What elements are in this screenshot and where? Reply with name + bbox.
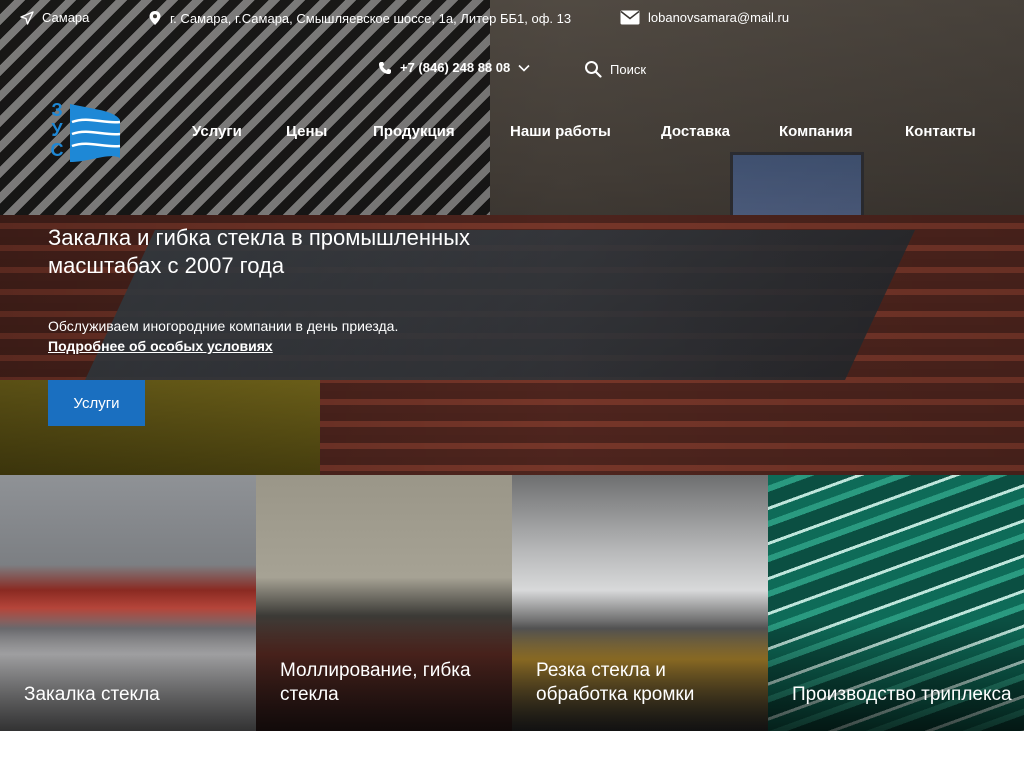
nav-item-company[interactable]: Компания	[779, 123, 853, 140]
logo-letter: З	[51, 100, 63, 120]
hero-headline: Закалка и гибка стекла в промышленных ма…	[48, 225, 471, 278]
logo-letter: С	[50, 140, 64, 160]
nav-item-delivery[interactable]: Доставка	[661, 123, 730, 140]
email-text: lobanovsamara@mail.ru	[648, 10, 790, 25]
card-label: Производство триплекса	[792, 684, 1012, 705]
service-card-bending[interactable]: Моллирование, гибка стекла	[256, 475, 512, 731]
card-label: Моллирование, гибка стекла	[280, 660, 471, 705]
service-card-triplex[interactable]: Производство триплекса	[768, 475, 1024, 731]
card-label: Закалка стекла	[24, 684, 160, 705]
location-arrow-icon	[20, 10, 34, 25]
nav-item-prices[interactable]: Цены	[286, 123, 327, 140]
map-pin-icon	[148, 10, 162, 26]
card-label: Резка стекла и обработка кромки	[536, 660, 695, 705]
chevron-down-icon	[518, 64, 530, 72]
nav-item-our-works[interactable]: Наши работы	[510, 123, 611, 140]
mail-icon	[620, 10, 640, 25]
top-info-bar: Самара г. Самара, г.Самара, Смышляевское…	[0, 10, 1024, 30]
service-card-tempering[interactable]: Закалка стекла	[0, 475, 256, 731]
nav-item-products[interactable]: Продукция	[373, 123, 455, 140]
city-selector[interactable]: Самара	[20, 10, 89, 25]
phone-number: +7 (846) 248 88 08	[400, 60, 511, 75]
service-cards: Закалка стекла Моллирование, гибка стекл…	[0, 475, 1024, 731]
search-icon	[584, 60, 602, 78]
email-link[interactable]: lobanovsamara@mail.ru	[620, 10, 789, 25]
page-bottom	[0, 731, 1024, 768]
main-navigation: Услуги Цены Продукция Наши работы Достав…	[0, 123, 1024, 143]
search-label: Поиск	[610, 61, 647, 77]
phone-icon	[378, 61, 392, 75]
nav-item-services[interactable]: Услуги	[192, 123, 242, 140]
services-button[interactable]: Услуги	[48, 380, 145, 426]
address: г. Самара, г.Самара, Смышляевское шоссе,…	[148, 10, 571, 26]
city-label: Самара	[42, 10, 90, 25]
hero-subtext: Обслуживаем иногородние компании в день …	[48, 318, 399, 334]
phone-dropdown[interactable]: +7 (846) 248 88 08	[378, 60, 530, 75]
address-text: г. Самара, г.Самара, Смышляевское шоссе,…	[170, 10, 572, 26]
special-conditions-link[interactable]: Подробнее об особых условиях	[48, 338, 273, 354]
service-card-cutting[interactable]: Резка стекла и обработка кромки	[512, 475, 768, 731]
nav-item-contacts[interactable]: Контакты	[905, 123, 976, 140]
search-button[interactable]: Поиск	[584, 60, 646, 78]
